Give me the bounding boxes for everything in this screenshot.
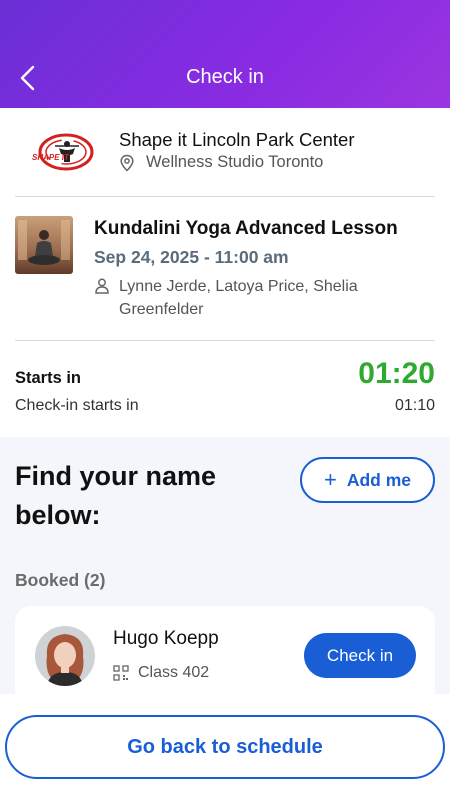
lesson-thumbnail	[15, 216, 73, 274]
lesson-instructors: Lynne Jerde, Latoya Price, Shelia Greenf…	[94, 275, 394, 321]
instructors-text: Lynne Jerde, Latoya Price, Shelia Greenf…	[119, 278, 358, 318]
booked-count-label: Booked (2)	[15, 570, 106, 590]
venue-location: Wellness Studio Toronto	[119, 153, 323, 172]
starts-in-label: Starts in	[15, 369, 82, 387]
venue-name: Shape it Lincoln Park Center	[119, 129, 355, 150]
lesson-section: Kundalini Yoga Advanced Lesson Sep 24, 2…	[0, 196, 450, 340]
timer-section: Starts in 01:20 Check-in starts in 01:10	[0, 341, 450, 437]
lesson-title: Kundalini Yoga Advanced Lesson	[94, 218, 398, 239]
qr-code-icon	[113, 665, 129, 681]
top-header: Check in	[0, 0, 450, 108]
checkin-starts-countdown: 01:10	[394, 397, 435, 414]
attendee-name: Hugo Koepp	[113, 628, 219, 649]
add-me-button[interactable]: + Add me	[300, 457, 435, 503]
venue-logo: SHAPE IT	[26, 130, 94, 176]
class-text: Class 402	[138, 664, 210, 681]
lesson-datetime: Sep 24, 2025 - 11:00 am	[94, 247, 289, 267]
checkin-starts-label: Check-in starts in	[15, 397, 139, 414]
starts-in-countdown: 01:20	[358, 357, 435, 390]
check-in-button[interactable]: Check in	[304, 633, 416, 678]
attendee-class: Class 402	[113, 664, 209, 682]
footer-bar: Go back to schedule	[0, 694, 450, 800]
person-icon	[95, 278, 109, 294]
add-me-label: Add me	[346, 469, 412, 490]
page-title: Check in	[186, 66, 264, 88]
location-pin-icon	[120, 154, 134, 172]
plus-icon: +	[323, 467, 337, 492]
venue-section: SHAPE IT Shape it Lincoln Park Center We…	[0, 108, 450, 196]
find-name-heading: Find your name below:	[15, 461, 217, 530]
svg-text:SHAPE IT: SHAPE IT	[32, 153, 70, 162]
avatar	[35, 626, 95, 686]
go-back-to-schedule-button[interactable]: Go back to schedule	[5, 715, 445, 779]
venue-location-text: Wellness Studio Toronto	[146, 153, 324, 171]
